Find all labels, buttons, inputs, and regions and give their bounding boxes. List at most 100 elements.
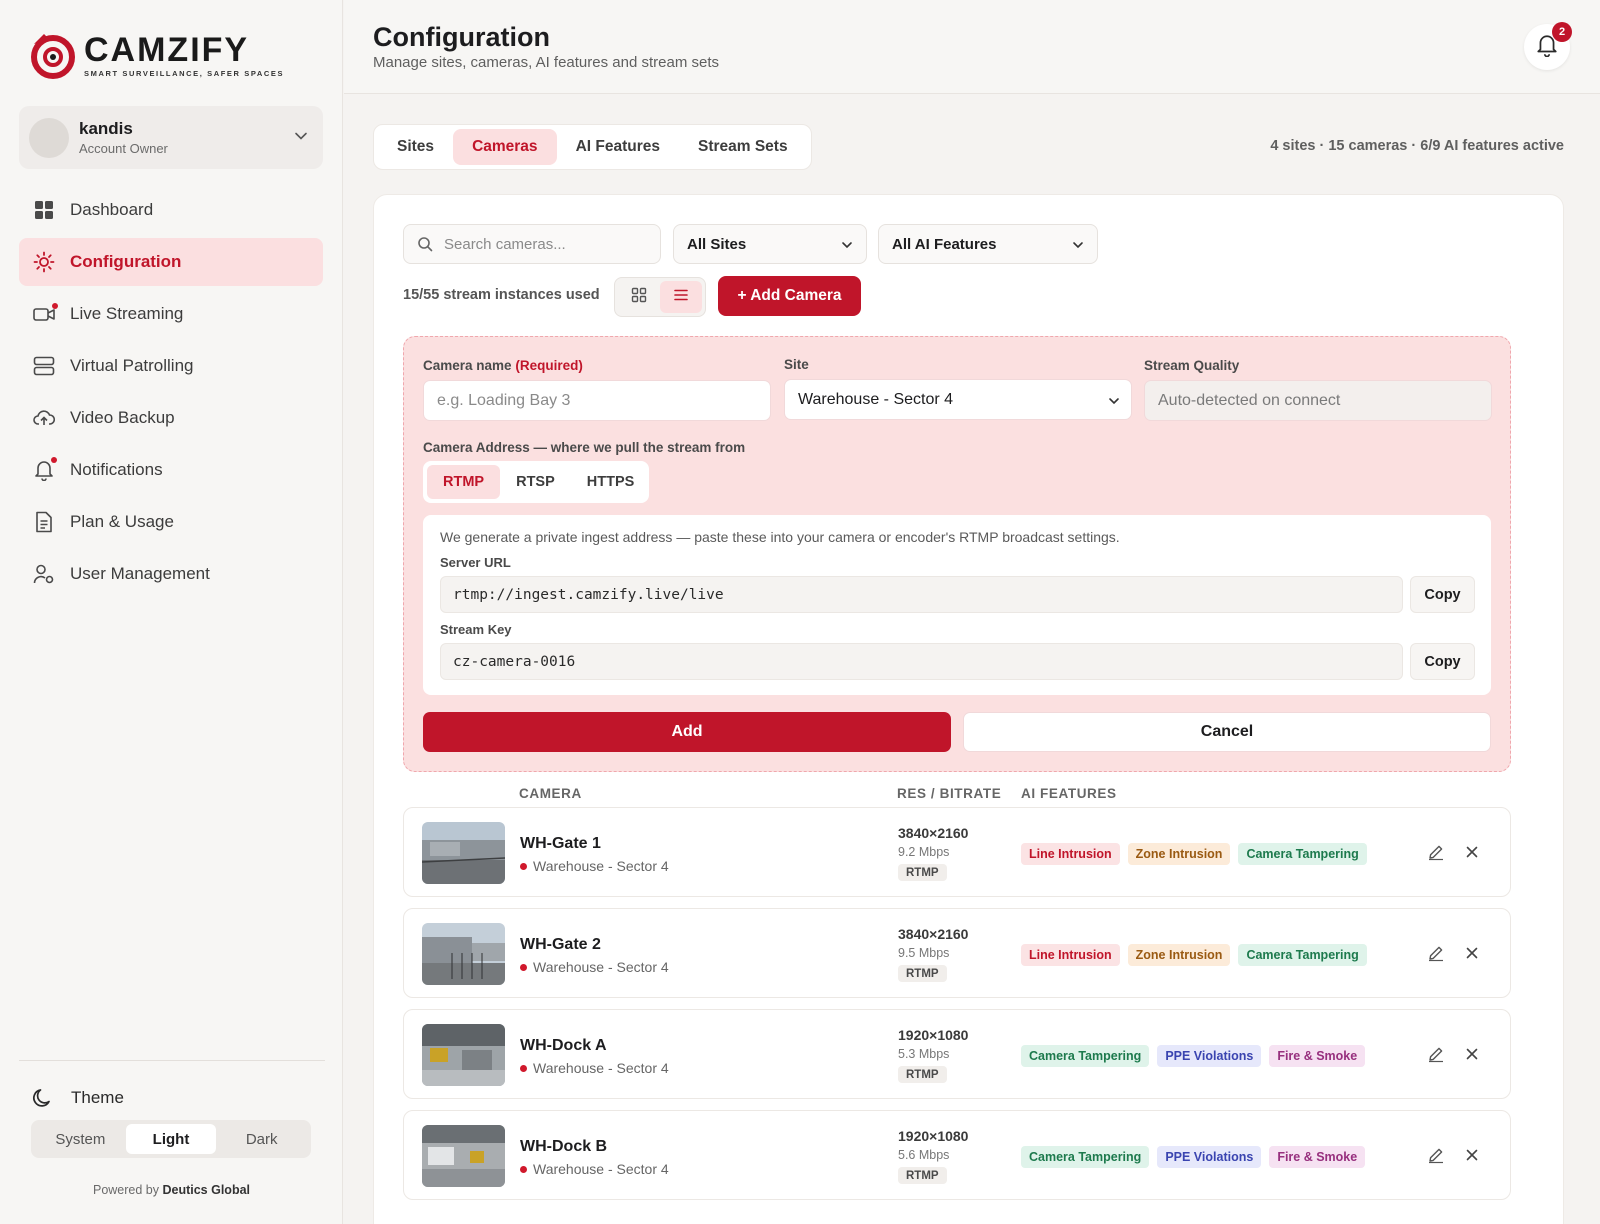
camera-resolution: 1920×1080 xyxy=(898,1027,969,1043)
camera-name: WH-Dock A xyxy=(520,1037,607,1054)
sidebar-nav: Dashboard Configuration Live Streaming V… xyxy=(19,186,323,602)
user-gear-icon xyxy=(32,562,56,586)
close-icon[interactable] xyxy=(1463,1045,1483,1065)
search-icon xyxy=(416,235,434,253)
edit-icon[interactable] xyxy=(1427,944,1447,964)
page-subtitle: Manage sites, cameras, AI features and s… xyxy=(373,54,719,71)
camera-site: Warehouse - Sector 4 xyxy=(520,1060,669,1076)
list-view-button[interactable] xyxy=(660,281,702,313)
ai-feature-list: Line Intrusion Zone Intrusion Camera Tam… xyxy=(1021,944,1375,966)
theme-heading: Theme xyxy=(31,1086,124,1110)
sidebar-item-notifications[interactable]: Notifications xyxy=(19,446,323,494)
protocol-option-rtsp[interactable]: RTSP xyxy=(500,465,571,499)
add-button[interactable]: Add xyxy=(423,712,951,752)
sidebar-item-virtual-patrolling[interactable]: Virtual Patrolling xyxy=(19,342,323,390)
close-icon[interactable] xyxy=(1463,1146,1483,1166)
camera-name-input[interactable]: e.g. Loading Bay 3 xyxy=(423,380,771,421)
divider xyxy=(19,1060,325,1061)
stream-usage: 15/55 stream instances used xyxy=(403,287,600,303)
chevron-down-icon xyxy=(840,238,854,256)
ai-feature-list: Line Intrusion Zone Intrusion Camera Tam… xyxy=(1021,843,1375,865)
camera-name: WH-Gate 1 xyxy=(520,835,601,852)
theme-option-light[interactable]: Light xyxy=(125,1124,217,1154)
sidebar-item-label: Live Streaming xyxy=(70,304,184,323)
close-icon[interactable] xyxy=(1463,944,1483,964)
sidebar-item-configuration[interactable]: Configuration xyxy=(19,238,323,286)
tab-stream-sets[interactable]: Stream Sets xyxy=(679,129,807,165)
camera-address-label: Camera Address — where we pull the strea… xyxy=(423,440,746,455)
camera-site-text: Warehouse - Sector 4 xyxy=(533,1161,669,1177)
site-label: Site xyxy=(784,357,809,372)
site-filter-select[interactable]: All Sites xyxy=(673,224,867,264)
ai-feature-badge: PPE Violations xyxy=(1157,1045,1262,1067)
notifications-button[interactable]: 2 xyxy=(1524,22,1572,70)
ai-feature-badge: PPE Violations xyxy=(1157,1146,1262,1168)
feature-filter-select[interactable]: All AI Features xyxy=(878,224,1098,264)
sidebar-item-plan-usage[interactable]: Plan & Usage xyxy=(19,498,323,546)
copy-server-url-button[interactable]: Copy xyxy=(1410,576,1475,613)
required-marker: (Required) xyxy=(515,358,583,373)
table-row[interactable]: WH-Dock A Warehouse - Sector 4 1920×1080… xyxy=(403,1009,1511,1099)
server-url-label: Server URL xyxy=(440,555,511,570)
protocol-option-https[interactable]: HTTPS xyxy=(571,465,651,499)
camera-bitrate: 5.3 Mbps xyxy=(898,1047,950,1061)
tab-cameras[interactable]: Cameras xyxy=(453,129,557,165)
ai-feature-list: Camera Tampering PPE Violations Fire & S… xyxy=(1021,1045,1373,1067)
camera-bitrate: 5.6 Mbps xyxy=(898,1148,950,1162)
table-row[interactable]: WH-Gate 1 Warehouse - Sector 4 3840×2160… xyxy=(403,807,1511,897)
sidebar-item-dashboard[interactable]: Dashboard xyxy=(19,186,323,234)
server-icon xyxy=(32,354,56,378)
theme-option-dark[interactable]: Dark xyxy=(216,1124,307,1154)
ai-feature-badge: Camera Tampering xyxy=(1238,944,1367,966)
site-select-value: Warehouse - Sector 4 xyxy=(798,390,954,408)
camera-thumbnail xyxy=(422,1125,505,1187)
camera-resolution: 3840×2160 xyxy=(898,825,969,841)
theme-selector: System Light Dark xyxy=(31,1120,311,1158)
protocol-selector: RTMP RTSP HTTPS xyxy=(423,461,649,503)
server-url-field[interactable]: rtmp://ingest.camzify.live/live xyxy=(440,576,1403,613)
search-input[interactable]: Search cameras... xyxy=(403,224,661,264)
grid-view-button[interactable] xyxy=(618,281,660,313)
status-dot xyxy=(520,862,527,870)
tab-sites[interactable]: Sites xyxy=(378,129,453,165)
table-row[interactable]: WH-Gate 2 Warehouse - Sector 4 3840×2160… xyxy=(403,908,1511,998)
powered-by-company[interactable]: Deutics Global xyxy=(162,1183,250,1197)
cloud-upload-icon xyxy=(32,406,56,430)
table-row[interactable]: WH-Dock B Warehouse - Sector 4 1920×1080… xyxy=(403,1110,1511,1200)
ai-feature-badge: Fire & Smoke xyxy=(1269,1045,1366,1067)
list-icon xyxy=(673,287,689,308)
sidebar-item-label: Dashboard xyxy=(70,200,154,219)
camera-thumbnail xyxy=(422,923,505,985)
document-icon xyxy=(32,510,56,534)
cancel-button[interactable]: Cancel xyxy=(963,712,1491,752)
add-camera-button[interactable]: + Add Camera xyxy=(718,276,861,316)
site-select[interactable]: Warehouse - Sector 4 xyxy=(784,379,1132,420)
sidebar-item-label: Virtual Patrolling xyxy=(70,356,194,375)
page-header: Configuration Manage sites, cameras, AI … xyxy=(344,0,1600,94)
status-dot xyxy=(520,963,527,971)
theme-option-system[interactable]: System xyxy=(35,1124,126,1154)
camera-site-text: Warehouse - Sector 4 xyxy=(533,1060,669,1076)
notification-count-badge: 2 xyxy=(1552,22,1572,42)
protocol-badge: RTMP xyxy=(898,965,947,982)
copy-stream-key-button[interactable]: Copy xyxy=(1410,643,1475,680)
camera-resolution: 1920×1080 xyxy=(898,1128,969,1144)
edit-icon[interactable] xyxy=(1427,1045,1447,1065)
ai-feature-badge: Zone Intrusion xyxy=(1127,843,1231,865)
account-switcher[interactable]: kandis Account Owner xyxy=(19,106,323,169)
sidebar-item-label: Plan & Usage xyxy=(70,512,174,531)
tab-ai-features[interactable]: AI Features xyxy=(557,129,679,165)
protocol-option-rtmp[interactable]: RTMP xyxy=(427,465,501,499)
ai-feature-badge: Camera Tampering xyxy=(1021,1146,1150,1168)
brand-logo[interactable]: CAMZIFY SMART SURVEILLANCE, SAFER SPACES xyxy=(28,30,284,80)
stream-key-field[interactable]: cz-camera-0016 xyxy=(440,643,1403,680)
edit-icon[interactable] xyxy=(1427,1146,1447,1166)
close-icon[interactable] xyxy=(1463,843,1483,863)
sidebar-item-user-management[interactable]: User Management xyxy=(19,550,323,598)
sidebar-item-live-streaming[interactable]: Live Streaming xyxy=(19,290,323,338)
dashboard-icon xyxy=(32,198,56,222)
column-header-res-bitrate: RES / BITRATE xyxy=(897,786,1002,801)
sidebar-item-video-backup[interactable]: Video Backup xyxy=(19,394,323,442)
edit-icon[interactable] xyxy=(1427,843,1447,863)
stream-quality-label: Stream Quality xyxy=(1144,358,1240,373)
